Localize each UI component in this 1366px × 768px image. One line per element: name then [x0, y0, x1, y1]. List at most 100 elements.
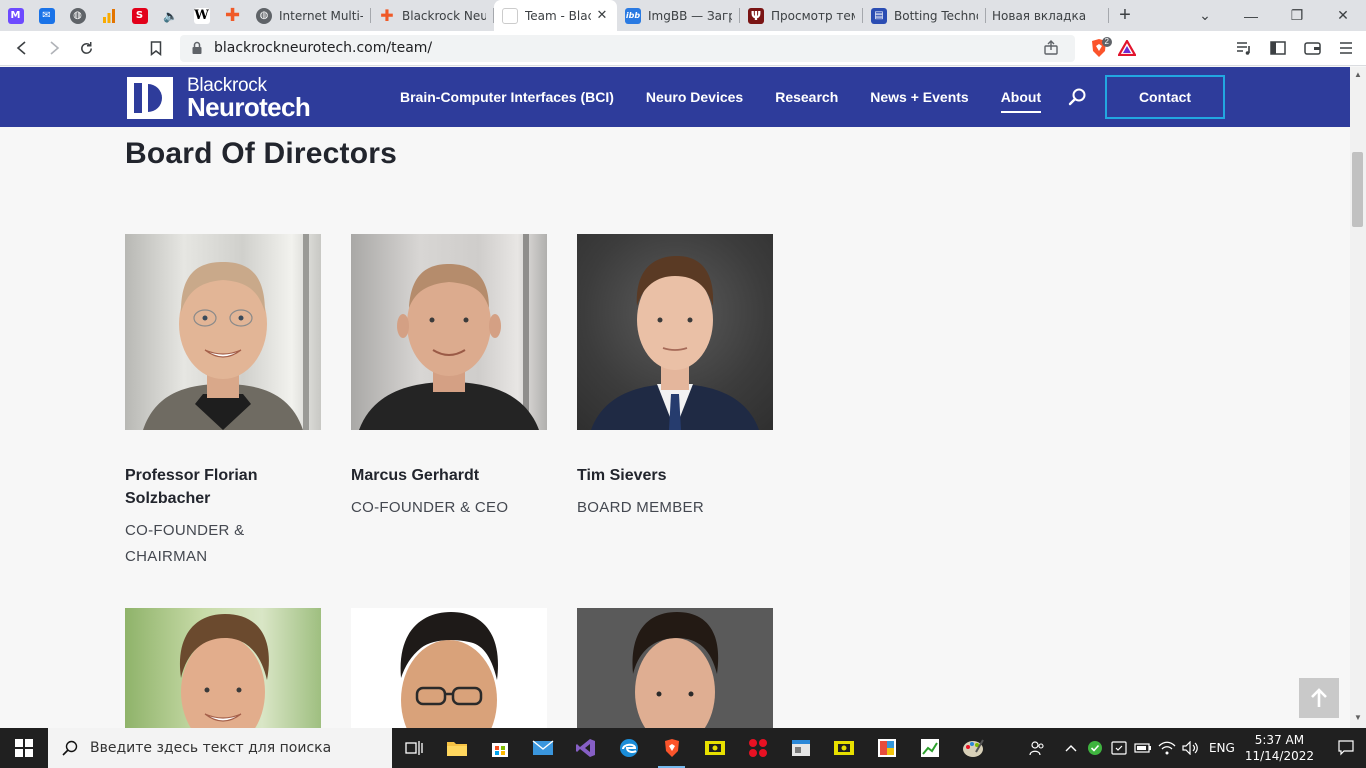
speaker-icon: 🔈	[163, 8, 178, 23]
input-language[interactable]: ENG	[1209, 741, 1235, 755]
battery-icon[interactable]	[1131, 728, 1155, 768]
member-photo	[351, 608, 547, 728]
tab-team-blackrock[interactable]: Team - Blackrock ✕	[494, 0, 617, 31]
app-colors-icon[interactable]	[865, 728, 908, 768]
member-role: BOARD MEMBER	[577, 499, 704, 516]
brave-shields-icon[interactable]: 2	[1085, 34, 1113, 62]
app-red-dots-icon[interactable]	[736, 728, 779, 768]
board-member-card[interactable]	[351, 608, 547, 728]
app-window-icon[interactable]	[779, 728, 822, 768]
brave-rewards-icon[interactable]	[1113, 34, 1141, 62]
visual-studio-icon[interactable]	[564, 728, 607, 768]
blackrock-logo-icon	[127, 77, 173, 119]
taskbar-search-input[interactable]: Введите здесь текст для поиска	[48, 728, 392, 768]
people-icon[interactable]	[1025, 728, 1049, 768]
board-member-card[interactable]: Marcus Gerhardt CO-FOUNDER & CEO	[351, 234, 547, 521]
clock-time: 5:37 AM	[1254, 733, 1305, 747]
scroll-thumb[interactable]	[1352, 152, 1363, 227]
file-explorer-icon[interactable]	[435, 728, 478, 768]
update-icon[interactable]	[1107, 728, 1131, 768]
member-name: Tim Sievers	[577, 467, 667, 484]
back-to-top-button[interactable]	[1299, 678, 1339, 718]
chevron-up-icon[interactable]	[1059, 728, 1083, 768]
windows-start-icon[interactable]	[0, 728, 48, 768]
page-scrollbar[interactable]: ▲ ▼	[1350, 67, 1366, 728]
tab-botting[interactable]: ▤ Botting Technol	[863, 0, 986, 31]
sidebar-icon[interactable]	[1264, 34, 1292, 62]
app-chart-icon[interactable]	[908, 728, 951, 768]
sparkasse-icon: S	[131, 7, 148, 24]
notification-icon[interactable]	[1326, 728, 1366, 768]
close-tab-icon[interactable]: ✕	[595, 8, 609, 23]
board-member-card[interactable]: Tim Sievers BOARD MEMBER	[577, 234, 773, 521]
paint-icon[interactable]	[951, 728, 994, 768]
store-icon[interactable]	[478, 728, 521, 768]
nav-item-news-events[interactable]: News + Events	[870, 87, 968, 107]
nav-item-research[interactable]: Research	[775, 87, 838, 107]
board-member-card[interactable]	[125, 608, 321, 728]
pinned-tab-sparkasse[interactable]: S	[124, 0, 155, 31]
mail-app-icon[interactable]	[521, 728, 564, 768]
security-check-icon[interactable]	[1083, 728, 1107, 768]
site-logo[interactable]: Blackrock Neurotech	[127, 76, 311, 122]
volume-icon[interactable]	[1179, 728, 1203, 768]
forward-icon[interactable]	[38, 32, 70, 64]
tab-search-icon[interactable]: ⌄	[1182, 0, 1228, 31]
mail-icon: ✉	[38, 7, 55, 24]
analytics-icon	[101, 8, 117, 24]
nav-item-about[interactable]: About	[1000, 87, 1042, 113]
logo-wordmark: Blackrock Neurotech	[187, 76, 311, 122]
pinned-tab-plus[interactable]: ✚	[217, 0, 248, 31]
wifi-icon[interactable]	[1155, 728, 1179, 768]
tab-internet-multi[interactable]: ◍ Internet Multi-S	[248, 0, 371, 31]
board-member-card[interactable]	[577, 608, 773, 728]
close-window-icon[interactable]: ✕	[1320, 0, 1366, 31]
pinned-tab-analytics[interactable]	[93, 0, 124, 31]
edge-icon[interactable]	[607, 728, 650, 768]
wallet-icon[interactable]	[1298, 34, 1326, 62]
search-icon	[62, 740, 78, 756]
globe-icon: ◍	[256, 7, 272, 24]
board-title: Board Of Directors	[125, 137, 397, 170]
address-bar[interactable]: blackrockneurotech.com/team/	[180, 34, 1075, 62]
tab-blackrock-neuro[interactable]: ✚ Blackrock Neuro	[371, 0, 494, 31]
blackrock-icon	[502, 7, 518, 24]
reload-icon[interactable]	[70, 32, 102, 64]
browser-tab-strip: M ✉ ◍ S 🔈 W ✚ ◍ Internet Multi-S ✚ Black…	[0, 0, 1366, 31]
nav-item-bci[interactable]: Brain-Computer Interfaces (BCI)	[400, 87, 614, 107]
restore-icon[interactable]: ❐	[1274, 0, 1320, 31]
pinned-tab-audio[interactable]: 🔈	[155, 0, 186, 31]
scroll-down-icon[interactable]: ▼	[1353, 713, 1363, 723]
brave-browser-icon[interactable]	[650, 728, 693, 768]
pinned-tab-wikipedia[interactable]: W	[186, 0, 217, 31]
minimize-icon[interactable]: —	[1228, 0, 1274, 31]
site-header: Blackrock Neurotech Brain-Computer Inter…	[0, 67, 1350, 127]
tab-title: ImgBB — Загру	[648, 8, 732, 23]
tab-prosmotr[interactable]: Ψ Просмотр темы	[740, 0, 863, 31]
pinned-tab-globe[interactable]: ◍	[62, 0, 93, 31]
nav-item-neuro-devices[interactable]: Neuro Devices	[646, 87, 743, 107]
member-name: Professor Florian Solzbacher	[125, 467, 258, 507]
new-tab-button[interactable]: +	[1109, 0, 1141, 31]
contact-button[interactable]: Contact	[1105, 75, 1225, 119]
tab-new[interactable]: Новая вкладка	[986, 0, 1109, 31]
share-icon[interactable]	[1037, 34, 1065, 62]
menu-icon[interactable]	[1332, 34, 1360, 62]
scroll-up-icon[interactable]: ▲	[1353, 70, 1363, 80]
playlist-icon[interactable]	[1230, 34, 1258, 62]
board-member-card[interactable]: Professor Florian Solzbacher CO-FOUNDER …	[125, 234, 321, 570]
task-view-icon[interactable]	[392, 728, 435, 768]
pinned-tab-proton[interactable]: M	[0, 0, 31, 31]
back-icon[interactable]	[6, 32, 38, 64]
app-yellow-icon[interactable]	[693, 728, 736, 768]
pinned-tab-mail[interactable]: ✉	[31, 0, 62, 31]
pinned-tabs: M ✉ ◍ S 🔈 W ✚	[0, 0, 248, 31]
clock[interactable]: 5:37 AM 11/14/2022	[1245, 732, 1314, 764]
search-icon[interactable]	[1068, 87, 1088, 107]
logo-line2: Neurotech	[187, 92, 311, 122]
tab-title: Новая вкладка	[992, 8, 1087, 23]
bookmark-icon[interactable]	[140, 32, 172, 64]
member-photo	[577, 234, 773, 430]
app-yellow-icon-2[interactable]	[822, 728, 865, 768]
tab-imgbb[interactable]: ibb ImgBB — Загру	[617, 0, 740, 31]
